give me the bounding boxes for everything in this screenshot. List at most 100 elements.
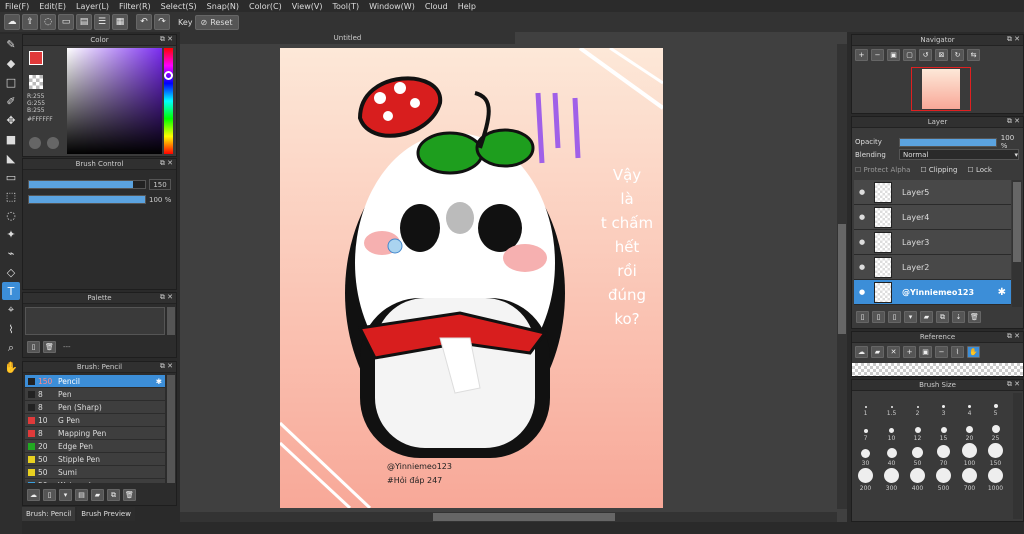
palette-swatch-area[interactable] (25, 307, 165, 335)
visibility-icon[interactable]: ● (854, 213, 870, 221)
select-tool-icon[interactable]: ⬚ (2, 187, 20, 205)
brush-size-option[interactable]: 15 (931, 418, 956, 442)
brush-size-option[interactable]: 3 (931, 393, 956, 417)
add-layer-menu-icon[interactable]: ▾ (904, 311, 917, 323)
eyedropper-tool-icon[interactable]: ⌇ (2, 320, 20, 338)
bucket-tool-icon[interactable]: ◣ (2, 149, 20, 167)
new-brush-icon[interactable]: ▯ (43, 489, 56, 501)
brush-size-slider[interactable] (28, 180, 146, 189)
brush-size-option[interactable]: 25 (983, 418, 1008, 442)
menu-toolt[interactable]: Tool(T) (327, 2, 364, 11)
drawing-canvas[interactable]: Vậy là t chấm hết rồi đúng ko? @Yinniemeo123 #… (280, 48, 663, 508)
brush-size-option[interactable]: 1.5 (879, 393, 904, 417)
protect-alpha-checkbox[interactable]: ☐ Protect Alpha (855, 166, 910, 174)
close-reference-icon[interactable]: ✕ (887, 346, 900, 358)
chat-icon[interactable]: ▭ (58, 14, 74, 30)
visibility-icon[interactable]: ● (854, 263, 870, 271)
open-reference-icon[interactable]: ▰ (871, 346, 884, 358)
brush-opacity-slider[interactable] (28, 195, 146, 204)
new-layer-icon[interactable]: ▯ (856, 311, 869, 323)
export-icon[interactable]: ⇪ (22, 14, 38, 30)
fill-rect-tool-icon[interactable]: ■ (2, 130, 20, 148)
brush-tool-icon[interactable]: ✎ (2, 35, 20, 53)
visibility-icon[interactable]: ● (854, 238, 870, 246)
gear-icon[interactable]: ✱ (998, 287, 1006, 298)
menu-layerl[interactable]: Layer(L) (71, 2, 114, 11)
menu-filef[interactable]: File(F) (0, 2, 34, 11)
tab-brush-pencil[interactable]: Brush: Pencil (22, 507, 76, 521)
visibility-icon[interactable]: ● (854, 188, 870, 196)
color-picker-area[interactable] (67, 48, 162, 154)
layer-opacity-slider[interactable] (898, 137, 997, 147)
brush-size-option[interactable]: 12 (905, 418, 930, 442)
copy-brush-icon[interactable]: ▤ (75, 489, 88, 501)
visibility-icon[interactable]: ● (854, 288, 870, 296)
cloud-reference-icon[interactable]: ☁ (855, 346, 868, 358)
primary-color-swatch[interactable] (29, 51, 43, 65)
zoom-in-icon[interactable]: + (855, 49, 868, 61)
brush-item[interactable]: 20 Edge Pen (25, 440, 165, 453)
move-tool-icon[interactable]: ✥ (2, 111, 20, 129)
layer-scroll-thumb[interactable] (1013, 182, 1021, 262)
reset-view-icon[interactable]: ⊠ (935, 49, 948, 61)
hue-handle[interactable] (164, 71, 173, 80)
layer-row[interactable]: ● Layer2 (854, 255, 1011, 280)
hue-slider[interactable] (164, 48, 173, 154)
brush-size-option[interactable]: 200 (853, 468, 878, 492)
folder-icon[interactable]: ▰ (91, 489, 104, 501)
gradient-tool-icon[interactable]: ▭ (2, 168, 20, 186)
vertical-scroll-thumb[interactable] (838, 224, 846, 334)
pen-tool-icon[interactable]: ✐ (2, 92, 20, 110)
delete-brush-icon[interactable]: 🗑 (123, 489, 136, 501)
brush-item[interactable]: 50 Stipple Pen (25, 453, 165, 466)
tab-brush-preview[interactable]: Brush Preview (77, 507, 135, 521)
brush-size-option[interactable]: 150 (983, 443, 1008, 467)
ref-zoom-in-icon[interactable]: + (903, 346, 916, 358)
layer-list-scrollbar[interactable] (1012, 180, 1022, 307)
delete-palette-icon[interactable]: 🗑 (43, 341, 56, 353)
panel-controls-icon[interactable]: ⧉ ✕ (160, 362, 173, 371)
ref-eyedropper-icon[interactable]: ⌇ (951, 346, 964, 358)
brush-size-option[interactable]: 10 (879, 418, 904, 442)
panel-controls-icon[interactable]: ⧉ ✕ (160, 159, 173, 168)
brush-size-option[interactable]: 30 (853, 443, 878, 467)
comment-icon[interactable]: ◌ (40, 14, 56, 30)
brush-size-option[interactable]: 1 (853, 393, 878, 417)
layer-row[interactable]: ● @Yinniemeo123 ✱ (854, 280, 1011, 305)
brush-size-option[interactable]: 4 (957, 393, 982, 417)
brush-size-option[interactable]: 400 (905, 468, 930, 492)
panel-controls-icon[interactable]: ⧉ ✕ (160, 293, 173, 302)
divide-tool-icon[interactable]: ⌖ (2, 301, 20, 319)
ref-hand-icon[interactable]: ✋ (967, 346, 980, 358)
select-pen-tool-icon[interactable]: ⌁ (2, 244, 20, 262)
panel-controls-icon[interactable]: ⧉ ✕ (1007, 35, 1020, 44)
horizontal-scroll-thumb[interactable] (433, 513, 615, 521)
menu-help[interactable]: Help (453, 2, 481, 11)
color-mix-icon[interactable] (47, 137, 59, 149)
menu-windoww[interactable]: Window(W) (364, 2, 420, 11)
layer-row[interactable]: ● Layer4 (854, 205, 1011, 230)
new-layer-8bit-icon[interactable]: ▯ (872, 311, 885, 323)
edit-tool-icon[interactable]: ⌕ (2, 339, 20, 357)
brush-size-option[interactable]: 7 (853, 418, 878, 442)
rotate-right-icon[interactable]: ↻ (951, 49, 964, 61)
panel-controls-icon[interactable]: ⧉ ✕ (1007, 117, 1020, 126)
brush-size-scrollbar[interactable] (1013, 393, 1022, 519)
panel-controls-icon[interactable]: ⧉ ✕ (160, 35, 173, 44)
navigator-viewport[interactable] (911, 67, 971, 111)
page-icon[interactable]: ▤ (76, 14, 92, 30)
zoom-out-icon[interactable]: − (871, 49, 884, 61)
ref-zoom-out-icon[interactable]: − (935, 346, 948, 358)
horizontal-scrollbar[interactable] (180, 512, 837, 522)
magic-wand-tool-icon[interactable]: ✦ (2, 225, 20, 243)
lasso-tool-icon[interactable]: ◌ (2, 206, 20, 224)
brush-item[interactable]: 10 G Pen (25, 414, 165, 427)
text-tool-icon[interactable]: T (2, 282, 20, 300)
cloud-brush-icon[interactable]: ☁ (27, 489, 40, 501)
menu-edite[interactable]: Edit(E) (34, 2, 71, 11)
select-eraser-tool-icon[interactable]: ◇ (2, 263, 20, 281)
flip-icon[interactable]: ⇆ (967, 49, 980, 61)
brush-item[interactable]: 50 Sumi (25, 466, 165, 479)
menu-cloud[interactable]: Cloud (420, 2, 453, 11)
menu-viewv[interactable]: View(V) (287, 2, 328, 11)
